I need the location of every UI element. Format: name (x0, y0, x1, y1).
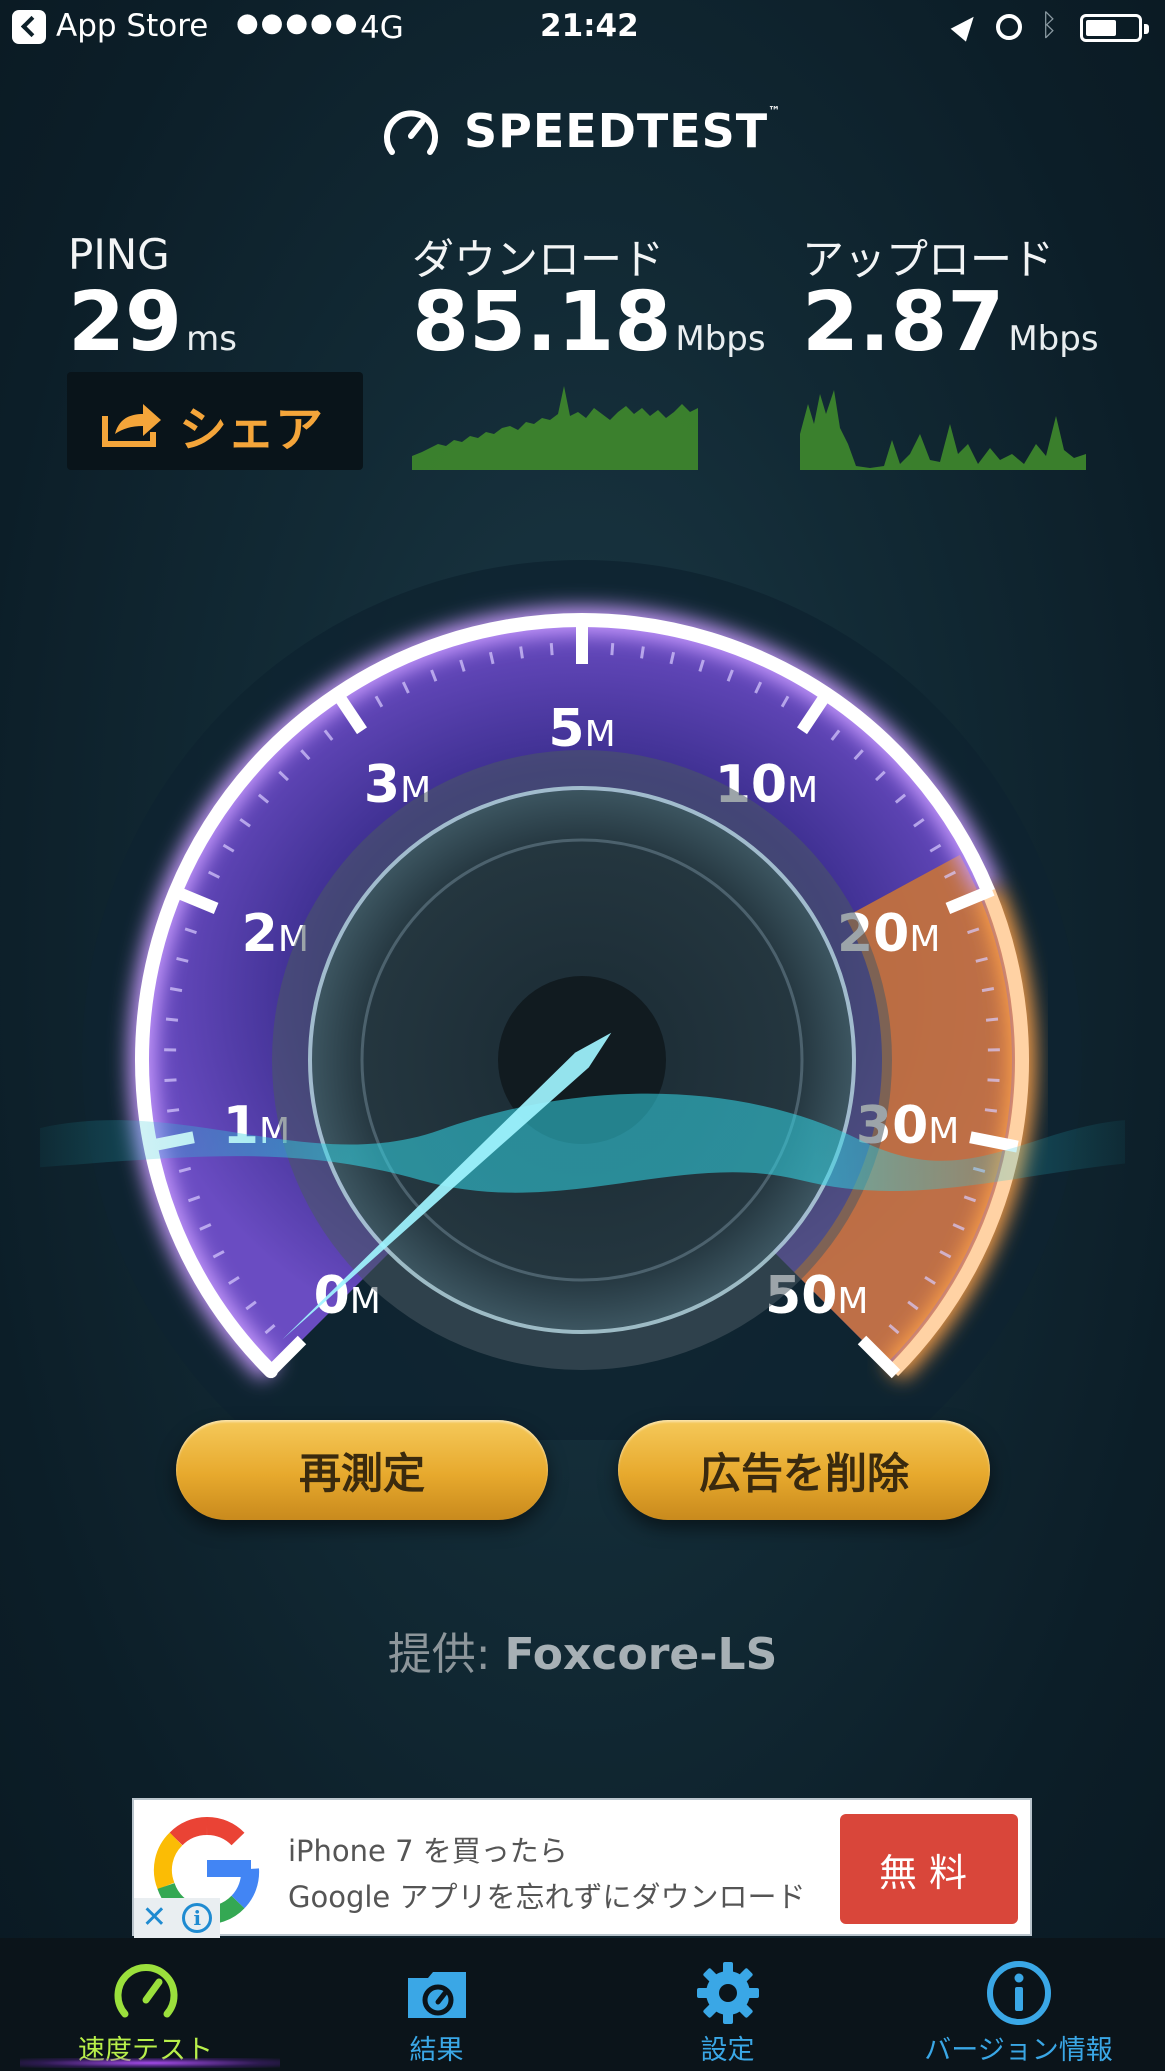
back-arrow-icon[interactable] (12, 10, 46, 44)
speedometer-icon (114, 1963, 177, 2018)
gauge-minor-tick (519, 646, 524, 659)
tab-label: 結果 (409, 2035, 464, 2066)
speed-gauge: 0M1M2M3M5M10M20M30M50M (40, 560, 1125, 1440)
upload-unit: Mbps (1008, 319, 1099, 359)
upload-sparkline (800, 390, 1086, 470)
ad-description: Google アプリを忘れずにダウンロード (288, 1880, 806, 1914)
remove-ads-button[interactable]: 広告を削除 (618, 1420, 990, 1520)
ping-label: PING (68, 230, 170, 279)
retest-button[interactable]: 再測定 (176, 1420, 548, 1520)
tab-label: バージョン情報 (924, 2035, 1113, 2066)
upload-value-group: 2.87 Mbps (802, 282, 1099, 364)
gauge-minor-tick (164, 1078, 177, 1083)
bluetooth-icon: ᛒ (1040, 8, 1058, 43)
ad-banner[interactable]: iPhone 7 を買ったら Google アプリを忘れずにダウンロード 無料 … (132, 1798, 1032, 1938)
ad-close-icon[interactable]: ✕ (142, 1903, 167, 1933)
gauge-minor-tick (169, 987, 183, 993)
gauge-minor-tick (165, 1017, 179, 1022)
share-button[interactable]: シェア (67, 372, 363, 470)
signal-strength: ●●●●● (236, 8, 360, 38)
tab-version-info[interactable]: バージョン情報 (873, 1938, 1164, 2071)
speedtest-logo-icon (384, 110, 438, 155)
download-value: 85.18 (412, 275, 672, 370)
location-arrow-icon (950, 10, 982, 42)
active-tab-indicator (20, 2058, 280, 2068)
upload-value: 2.87 (802, 275, 1005, 370)
gauge-minor-tick (549, 643, 554, 656)
gauge-minor-tick (640, 646, 645, 659)
tab-settings[interactable]: 設定 (582, 1938, 873, 2071)
results-folder-icon (407, 1972, 466, 2018)
gear-icon (696, 1962, 759, 2024)
ping-unit: ms (186, 319, 237, 359)
ad-choices[interactable]: ✕ i (134, 1898, 220, 1938)
gauge-minor-tick (166, 1108, 180, 1113)
back-app-label[interactable]: App Store (56, 8, 208, 44)
gauge-minor-tick (985, 1017, 999, 1022)
clock-time: 21:42 (540, 8, 639, 44)
download-value-group: 85.18 Mbps (412, 282, 766, 364)
trademark: ™ (768, 104, 782, 118)
tab-label: 設定 (700, 2035, 755, 2066)
tab-speed-test[interactable]: 速度テスト (0, 1938, 291, 2071)
ping-value: 29 (68, 275, 183, 370)
gauge-minor-tick (610, 643, 615, 656)
tab-results[interactable]: 結果 (291, 1938, 582, 2071)
share-label: シェア (179, 402, 324, 458)
ad-cta-button[interactable]: 無料 (840, 1814, 1018, 1924)
ping-value-group: 29 ms (68, 282, 237, 364)
tab-bar: 速度テスト 結果 設定 バージョン情報 (0, 1938, 1165, 2071)
provider-name: Foxcore-LS (504, 1629, 778, 1680)
ad-info-icon[interactable]: i (182, 1903, 213, 1933)
ad-headline: iPhone 7 を買ったら (288, 1834, 568, 1868)
provider-info: 提供: Foxcore-LS (0, 1618, 1165, 1682)
gauge-minor-tick (981, 987, 995, 993)
share-icon (102, 404, 161, 447)
battery-icon (1080, 14, 1149, 42)
provider-prefix: 提供: (387, 1629, 505, 1680)
alarm-clock-icon (996, 14, 1022, 40)
network-type: 4G (360, 10, 404, 46)
info-icon (986, 1961, 1051, 2025)
download-sparkline (412, 386, 698, 470)
gauge-minor-tick (987, 1078, 1000, 1083)
status-bar: App Store ●●●●● 4G 21:42 ᛒ (0, 0, 1165, 56)
download-unit: Mbps (675, 319, 766, 359)
logo-text: SPEEDTEST (464, 104, 769, 158)
gauge-minor-tick (984, 1108, 998, 1113)
